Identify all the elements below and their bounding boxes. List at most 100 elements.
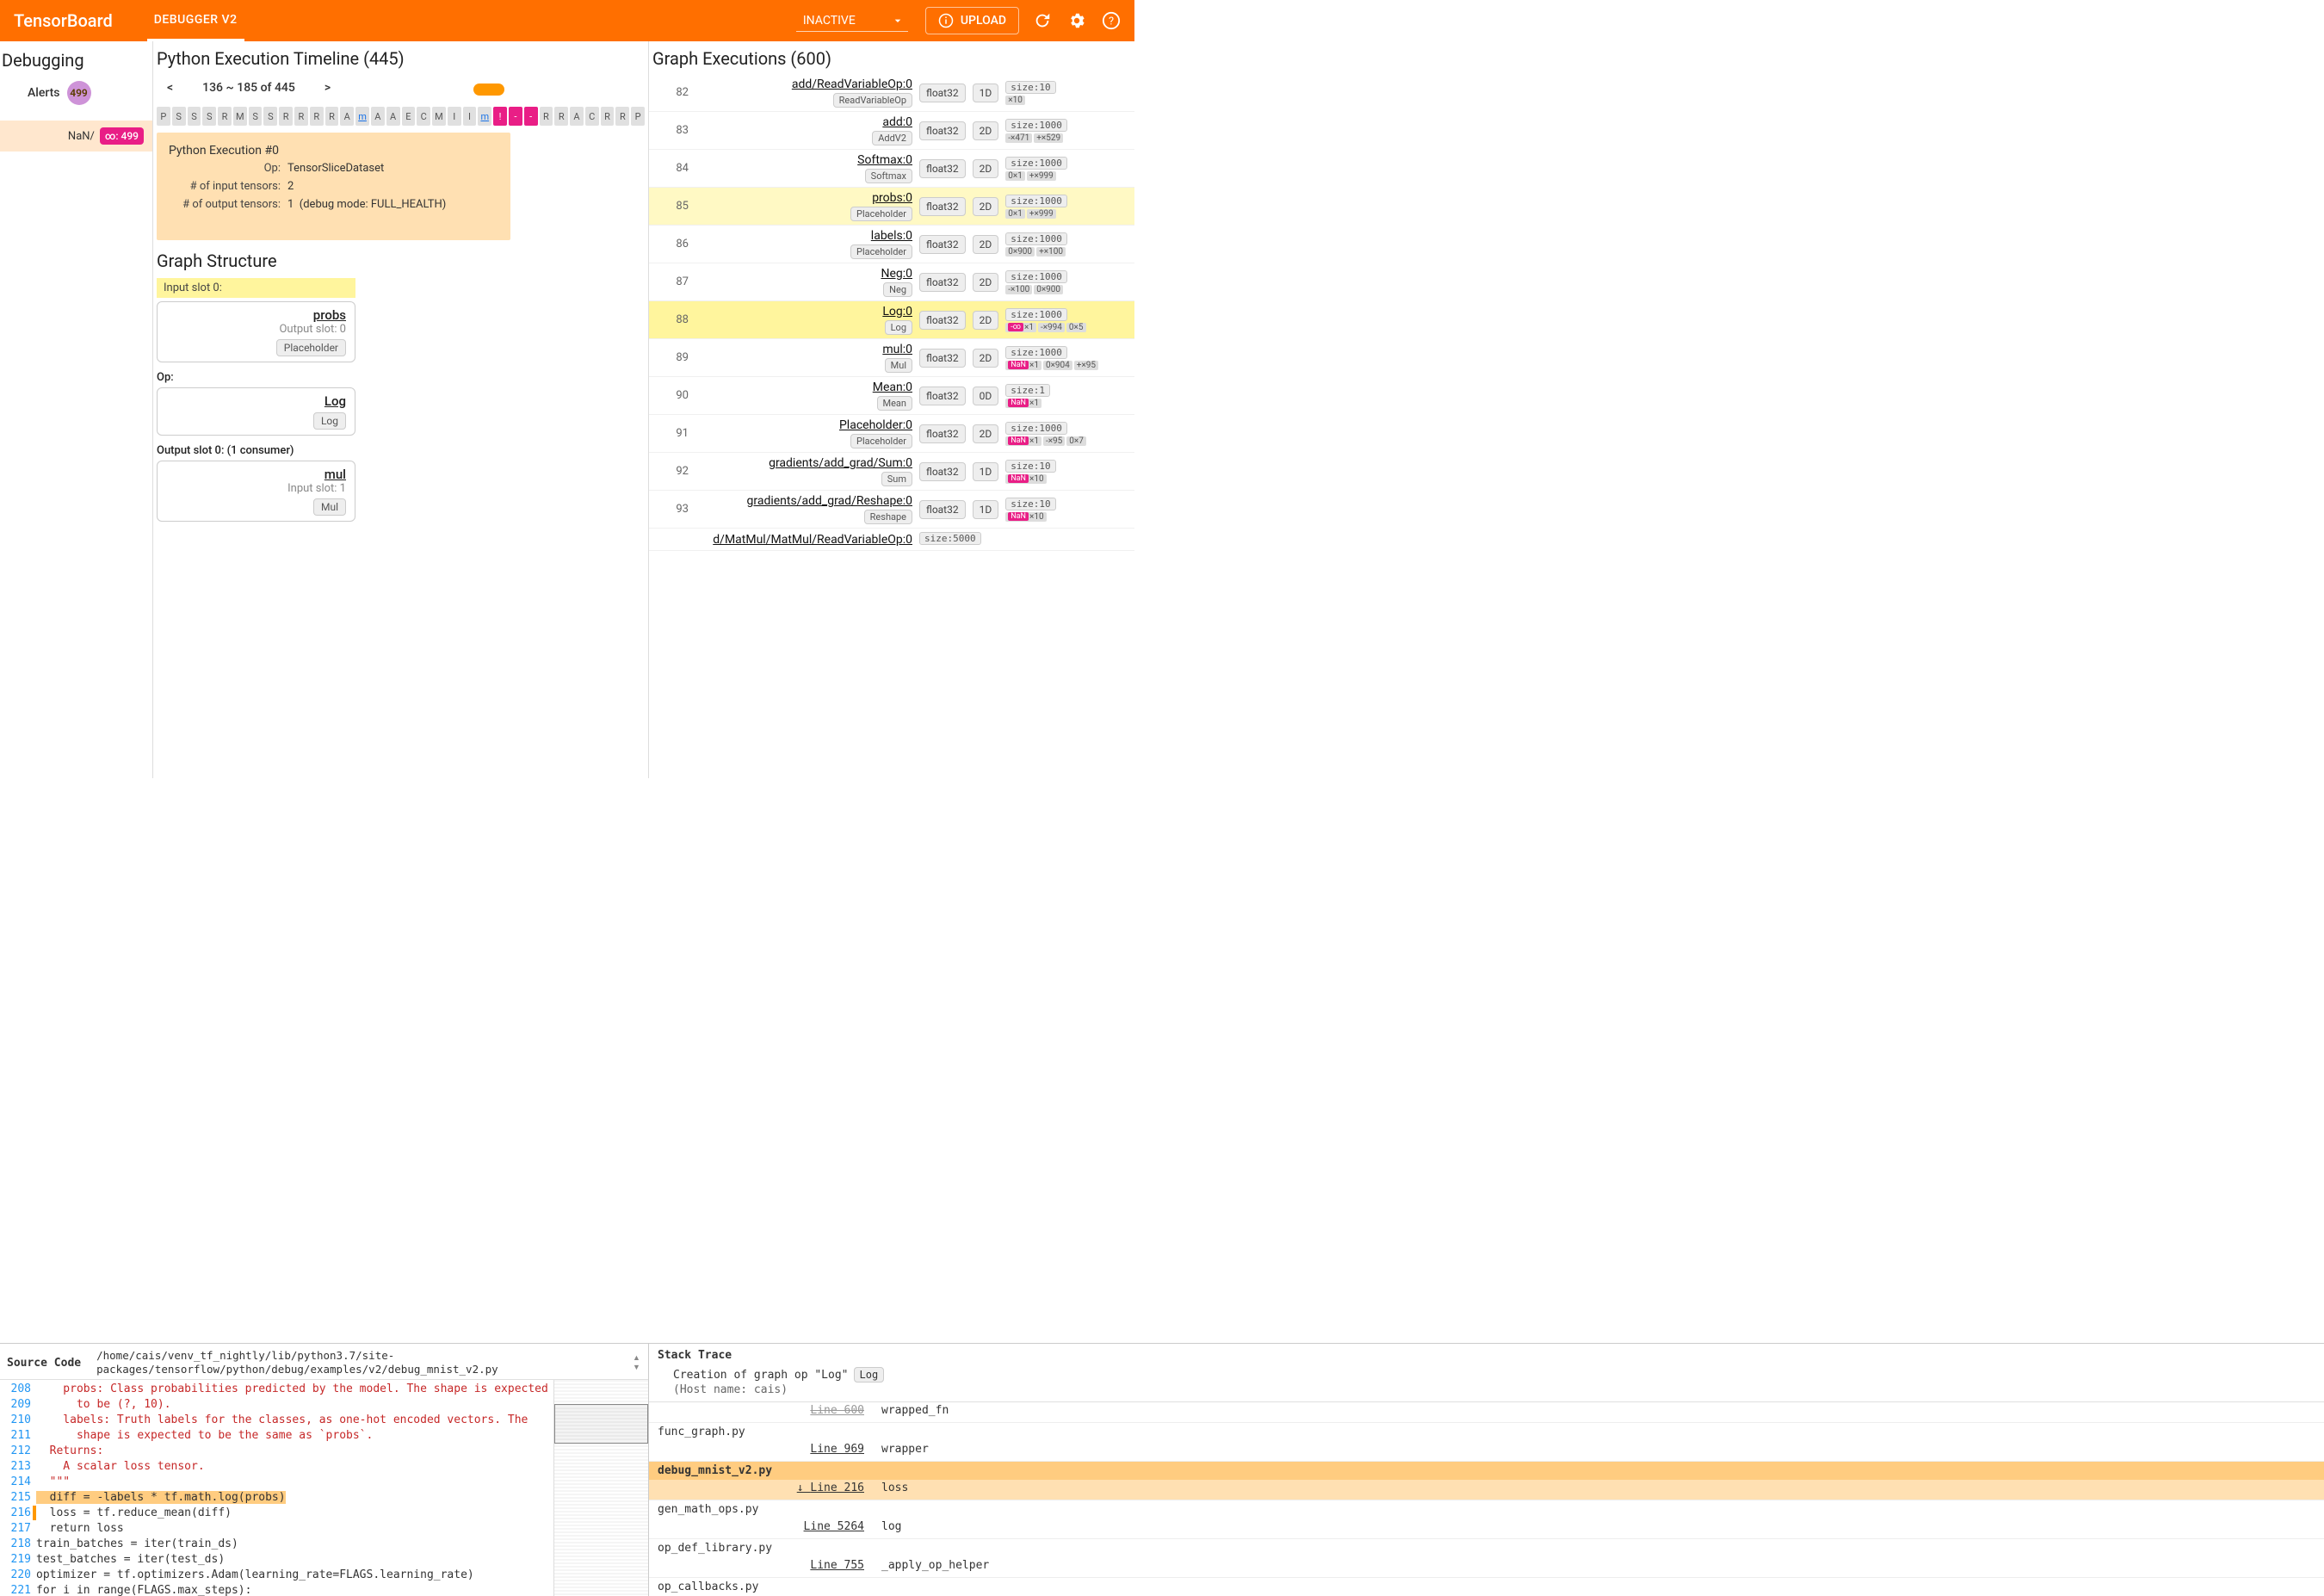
stack-file[interactable]: op_callbacks.py (649, 1577, 2324, 1596)
tab-debugger-v2[interactable]: DEBUGGER V2 (147, 0, 244, 41)
graph-exec-list[interactable]: 82add/ReadVariableOp:0ReadVariableOpfloa… (649, 74, 1134, 551)
input-node-slot: Output slot: 0 (166, 323, 346, 336)
timeline-cell[interactable]: E (402, 107, 416, 126)
upload-button[interactable]: UPLOAD (925, 7, 1019, 34)
graph-exec-row[interactable]: d/MatMul/MatMul/ReadVariableOp:0size:500… (649, 529, 1134, 551)
code-area[interactable]: 2082092102112122132142152162172182192202… (0, 1379, 648, 1596)
graph-structure-title: Graph Structure (153, 247, 648, 275)
graph-exec-row[interactable]: 85probs:0Placeholderfloat322Dsize:10000×… (649, 188, 1134, 226)
stack-trace-label: Stack Trace (649, 1344, 2324, 1367)
timeline-cell[interactable]: C (417, 107, 430, 126)
source-code-panel: Source Code /home/cais/venv_tf_nightly/l… (0, 1344, 649, 1596)
app-header: TensorBoard DEBUGGER V2 INACTIVE UPLOAD … (0, 0, 1134, 41)
graph-exec-row[interactable]: 83add:0AddV2float322Dsize:1000-×471+×529 (649, 112, 1134, 150)
output-node-card[interactable]: mul Input slot: 1 Mul (157, 461, 355, 522)
timeline-cell[interactable]: S (249, 107, 263, 126)
timeline-cell[interactable]: S (172, 107, 186, 126)
alert-badge: ∞: 499 (100, 127, 144, 145)
output-node-name: mul (166, 467, 346, 482)
timeline-cells: PSSSRMSSRRRRAmAAECMIIm!--RRACRRP (153, 103, 648, 129)
refresh-icon[interactable] (1033, 11, 1052, 30)
timeline-cell[interactable]: R (615, 107, 629, 126)
timeline-cell[interactable]: A (570, 107, 584, 126)
timeline-cell[interactable]: R (325, 107, 339, 126)
stack-trace-subhead: Creation of graph op "Log"Log (Host name… (649, 1367, 2324, 1401)
help-icon[interactable]: ? (1102, 11, 1121, 30)
graph-exec-row[interactable]: 90Mean:0Meanfloat320Dsize:1NaN×1 (649, 377, 1134, 415)
timeline-cell[interactable]: R (294, 107, 308, 126)
timeline-cell[interactable]: I (448, 107, 461, 126)
timeline-column: Python Execution Timeline (445) < 136 ~ … (153, 41, 649, 778)
stack-file[interactable]: gen_math_ops.py (649, 1500, 2324, 1519)
timeline-cell[interactable]: R (310, 107, 324, 126)
graph-exec-row[interactable]: 91Placeholder:0Placeholderfloat322Dsize:… (649, 415, 1134, 453)
timeline-next[interactable]: > (314, 81, 341, 95)
chevron-down-icon (891, 14, 905, 28)
timeline-cell[interactable]: M (233, 107, 247, 126)
timeline-cell[interactable]: R (279, 107, 293, 126)
bottom-panels: Source Code /home/cais/venv_tf_nightly/l… (0, 1343, 2324, 1596)
graph-exec-row[interactable]: 84Softmax:0Softmaxfloat322Dsize:10000×1+… (649, 150, 1134, 188)
timeline-cell[interactable]: S (202, 107, 216, 126)
stack-file[interactable]: func_graph.py (649, 1422, 2324, 1441)
alerts-label: Alerts (28, 86, 60, 100)
timeline-title: Python Execution Timeline (445) (153, 41, 648, 74)
graph-exec-row[interactable]: 93gradients/add_grad/Reshape:0Reshapeflo… (649, 491, 1134, 529)
source-stepper[interactable]: ▲▼ (633, 1353, 641, 1372)
timeline-cell[interactable]: M (432, 107, 446, 126)
timeline-cell[interactable]: C (585, 107, 599, 126)
graph-exec-row[interactable]: 92gradients/add_grad/Sum:0Sumfloat321Dsi… (649, 453, 1134, 491)
stack-file[interactable]: op_def_library.py (649, 1538, 2324, 1557)
timeline-cell[interactable]: A (340, 107, 354, 126)
sidebar: Debugging Alerts 499 NaN/ ∞: 499 (0, 41, 153, 778)
logo: TensorBoard (14, 10, 113, 31)
timeline-cell[interactable]: A (371, 107, 385, 126)
stack-line[interactable]: Line 755_apply_op_helper (649, 1557, 2324, 1577)
timeline-cell[interactable]: I (463, 107, 477, 126)
timeline-cell[interactable]: R (554, 107, 568, 126)
graph-exec-row[interactable]: 87Neg:0Negfloat322Dsize:1000-×1000×900 (649, 263, 1134, 301)
graph-exec-row[interactable]: 89mul:0Mulfloat322Dsize:1000NaN×10×904+×… (649, 339, 1134, 377)
stack-line[interactable]: Line 600wrapped_fn (649, 1402, 2324, 1422)
timeline-cell[interactable]: P (631, 107, 645, 126)
timeline-cell[interactable]: m (478, 107, 491, 126)
stack-line[interactable]: Line 216loss (649, 1480, 2324, 1500)
graph-exec-title: Graph Executions (600) (649, 41, 1134, 74)
graph-exec-column: Graph Executions (600) 82add/ReadVariabl… (649, 41, 1134, 778)
graph-exec-row[interactable]: 86labels:0Placeholderfloat322Dsize:10000… (649, 226, 1134, 263)
source-path: /home/cais/venv_tf_nightly/lib/python3.7… (96, 1349, 498, 1377)
op-node-card[interactable]: Log Log (157, 387, 355, 436)
stack-trace-panel: Stack Trace Creation of graph op "Log"Lo… (649, 1344, 2324, 1596)
stack-line[interactable]: Line 969wrapper (649, 1441, 2324, 1461)
timeline-cell[interactable]: P (157, 107, 170, 126)
timeline-cell[interactable]: ! (493, 107, 507, 126)
stack-file[interactable]: debug_mnist_v2.py (649, 1461, 2324, 1480)
gear-icon[interactable] (1067, 11, 1086, 30)
input-slot-label: Input slot 0: (157, 278, 355, 298)
timeline-cell[interactable]: S (263, 107, 277, 126)
stack-line[interactable]: Line 5264log (649, 1519, 2324, 1538)
input-node-card[interactable]: probs Output slot: 0 Placeholder (157, 301, 355, 362)
timeline-cell[interactable]: S (188, 107, 201, 126)
timeline-cell[interactable]: m (355, 107, 369, 126)
svg-text:?: ? (1109, 15, 1114, 28)
graph-exec-row[interactable]: 88▶Log:0Logfloat322Dsize:1000-∞×1-×9940×… (649, 301, 1134, 339)
timeline-cell[interactable]: R (601, 107, 615, 126)
timeline-cell[interactable]: - (509, 107, 522, 126)
alerts-heading: Alerts 499 (0, 77, 152, 108)
timeline-nav: < 136 ~ 185 of 445 > (153, 74, 648, 103)
timeline-cell[interactable]: - (524, 107, 538, 126)
timeline-cell[interactable]: R (218, 107, 232, 126)
graph-exec-row[interactable]: 82add/ReadVariableOp:0ReadVariableOpfloa… (649, 74, 1134, 112)
stack-frame-list[interactable]: Line 600wrapped_fnfunc_graph.pyLine 969w… (649, 1401, 2324, 1596)
output-slot-label: Output slot 0: (1 consumer) (153, 441, 648, 457)
minimap[interactable] (553, 1380, 648, 1596)
alert-nan-row[interactable]: NaN/ ∞: 499 (0, 121, 152, 152)
timeline-cell[interactable]: R (540, 107, 553, 126)
op-label: Op: (153, 368, 648, 384)
timeline-prev[interactable]: < (157, 81, 183, 95)
execution-details-card: Python Execution #0 Op:TensorSliceDatase… (157, 133, 510, 240)
timeline-range: 136 ~ 185 of 445 (202, 81, 295, 95)
timeline-cell[interactable]: A (386, 107, 400, 126)
status-dropdown[interactable]: INACTIVE (796, 10, 908, 32)
